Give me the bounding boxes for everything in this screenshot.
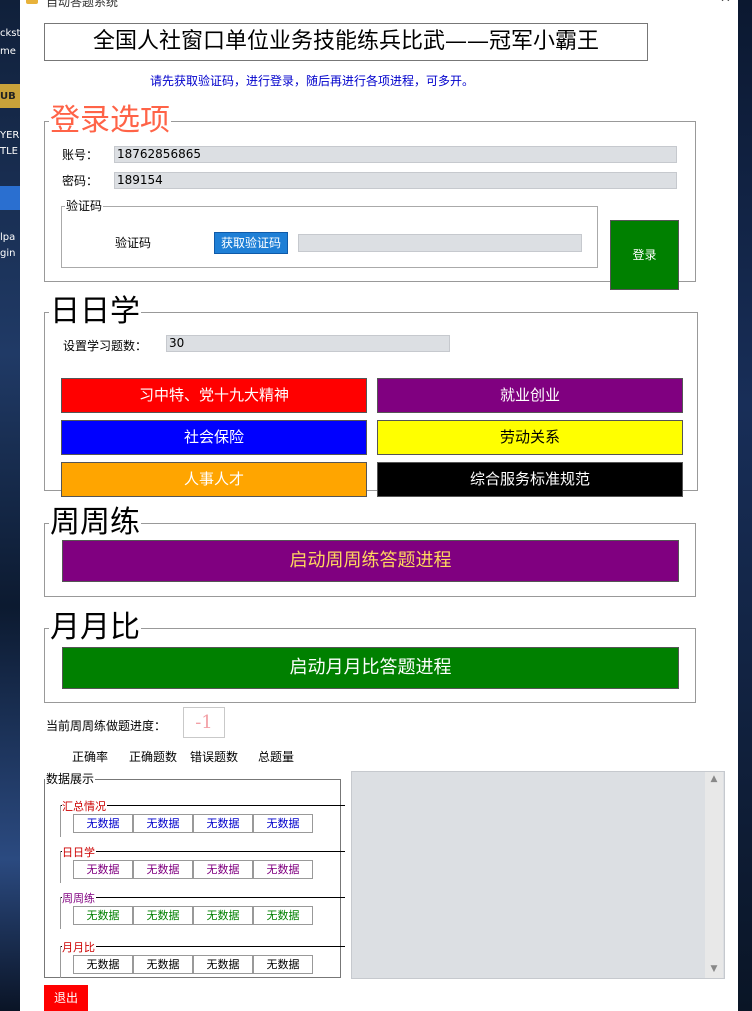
account-label: 账号： — [62, 148, 99, 162]
section-title: 汇总情况 — [62, 798, 107, 814]
captcha-group-title: 验证码 — [66, 199, 103, 213]
desktop-label: me — [0, 46, 16, 57]
stat-cell: 无数据 — [253, 955, 313, 974]
scroll-down-icon[interactable]: ▼ — [705, 964, 723, 974]
stat-cell: 无数据 — [193, 955, 253, 974]
stat-cell: 无数据 — [253, 860, 313, 879]
app-window: 自动答题系统 – ✕ 全国人社窗口单位业务技能练兵比武——冠军小霸王 请先获取验… — [20, 0, 738, 1011]
header-correct-count: 正确题数 — [129, 750, 178, 764]
weekly-group: 周周练 启动周周练答题进程 — [44, 508, 696, 597]
header-accuracy: 正确率 — [72, 750, 109, 764]
progress-label: 当前周周练做题进度： — [46, 719, 167, 733]
captcha-input[interactable] — [298, 234, 582, 252]
daily-section: 日日学 无数据 无数据 无数据 无数据 — [60, 844, 345, 883]
study-count-input[interactable]: 30 — [166, 335, 450, 352]
desktop-label: UB — [0, 91, 16, 102]
study-xzt-button[interactable]: 习中特、党十九大精神 — [61, 378, 367, 413]
scroll-up-icon[interactable]: ▲ — [705, 774, 723, 784]
desktop-label: YER — [0, 130, 20, 141]
stat-cell: 无数据 — [73, 860, 133, 879]
stat-cell: 无数据 — [133, 906, 193, 925]
service-standard-button[interactable]: 综合服务标准规范 — [377, 462, 683, 497]
section-divider — [60, 897, 345, 898]
stat-cell: 无数据 — [193, 814, 253, 833]
login-group-title: 登录选项 — [50, 103, 170, 138]
log-output[interactable] — [351, 771, 725, 979]
desktop-label: gin — [0, 248, 16, 259]
study-count-label: 设置学习题数： — [63, 339, 148, 353]
social-insurance-button[interactable]: 社会保险 — [61, 420, 367, 455]
stat-cell: 无数据 — [253, 814, 313, 833]
section-border — [60, 851, 61, 883]
section-border — [60, 946, 61, 978]
personnel-button[interactable]: 人事人才 — [61, 462, 367, 497]
monthly-group: 月月比 启动月月比答题进程 — [44, 613, 696, 703]
stat-cell: 无数据 — [73, 955, 133, 974]
summary-section: 汇总情况 无数据 无数据 无数据 无数据 — [60, 798, 345, 837]
login-button[interactable]: 登录 — [610, 220, 679, 290]
stat-cell: 无数据 — [73, 814, 133, 833]
data-panel: 数据展示 汇总情况 无数据 无数据 无数据 无数据 日日学 无数据 无数据 无数据 无数据 周周练无… — [44, 772, 345, 978]
employment-button[interactable]: 就业创业 — [377, 378, 683, 413]
login-group: 登录选项 账号： 18762856865 密码： 189154 验证码 验证码 … — [44, 103, 696, 290]
exit-button[interactable]: 退出 — [44, 985, 88, 1011]
stat-cell: 无数据 — [193, 906, 253, 925]
desktop-app-icon[interactable] — [0, 186, 20, 210]
section-title: 月月比 — [62, 939, 96, 955]
header-total-count: 总题量 — [258, 750, 295, 764]
weekly-section: 周周练 无数据 无数据 无数据 无数据 — [60, 890, 345, 929]
section-border — [60, 897, 61, 929]
stat-cell: 无数据 — [133, 955, 193, 974]
desktop-label: ckst — [0, 28, 20, 39]
weekly-group-title: 周周练 — [50, 505, 140, 540]
start-monthly-button[interactable]: 启动月月比答题进程 — [62, 647, 679, 689]
account-input[interactable]: 18762856865 — [114, 146, 677, 163]
monthly-section: 月月比 无数据 无数据 无数据 无数据 — [60, 939, 345, 978]
daily-group: 日日学 设置学习题数： 30 习中特、党十九大精神 就业创业 社会保险 劳动关系 人事人… — [44, 294, 698, 497]
captcha-label: 验证码 — [115, 236, 152, 250]
header-wrong-count: 错误题数 — [190, 750, 239, 764]
progress-value: -1 — [183, 707, 225, 738]
section-title: 日日学 — [62, 844, 96, 860]
desktop-label: TLE — [0, 146, 18, 157]
banner-title: 全国人社窗口单位业务技能练兵比武——冠军小霸王 — [44, 23, 648, 61]
desktop-background-right — [738, 0, 752, 1011]
section-border — [60, 805, 61, 837]
stat-cell: 无数据 — [253, 906, 313, 925]
data-panel-title: 数据展示 — [46, 772, 95, 786]
get-captcha-button[interactable]: 获取验证码 — [214, 232, 288, 254]
desktop-background: ckst me UB YER TLE lpa gin — [0, 0, 20, 1011]
daily-group-title: 日日学 — [50, 294, 140, 329]
password-label: 密码： — [62, 174, 99, 188]
minimize-button[interactable]: – — [674, 0, 681, 6]
title-bar: 自动答题系统 – ✕ — [20, 0, 738, 9]
password-input[interactable]: 189154 — [114, 172, 677, 189]
section-divider — [60, 946, 345, 947]
log-scrollbar[interactable]: ▲ ▼ — [705, 772, 723, 978]
stat-cell: 无数据 — [73, 906, 133, 925]
app-icon — [26, 0, 38, 4]
section-title: 周周练 — [62, 890, 96, 906]
stat-cell: 无数据 — [133, 814, 193, 833]
stat-cell: 无数据 — [193, 860, 253, 879]
section-divider — [60, 851, 345, 852]
desktop-label: lpa — [0, 232, 16, 243]
instruction-hint: 请先获取验证码，进行登录，随后再进行各项进程，可多开。 — [150, 74, 475, 88]
labor-relations-button[interactable]: 劳动关系 — [377, 420, 683, 455]
monthly-group-title: 月月比 — [50, 610, 140, 645]
start-weekly-button[interactable]: 启动周周练答题进程 — [62, 540, 679, 582]
close-button[interactable]: ✕ — [720, 0, 731, 6]
window-title: 自动答题系统 — [46, 0, 119, 9]
desktop-game-icon[interactable]: UB — [0, 84, 20, 108]
stat-cell: 无数据 — [133, 860, 193, 879]
captcha-group: 验证码 验证码 获取验证码 — [61, 200, 598, 268]
